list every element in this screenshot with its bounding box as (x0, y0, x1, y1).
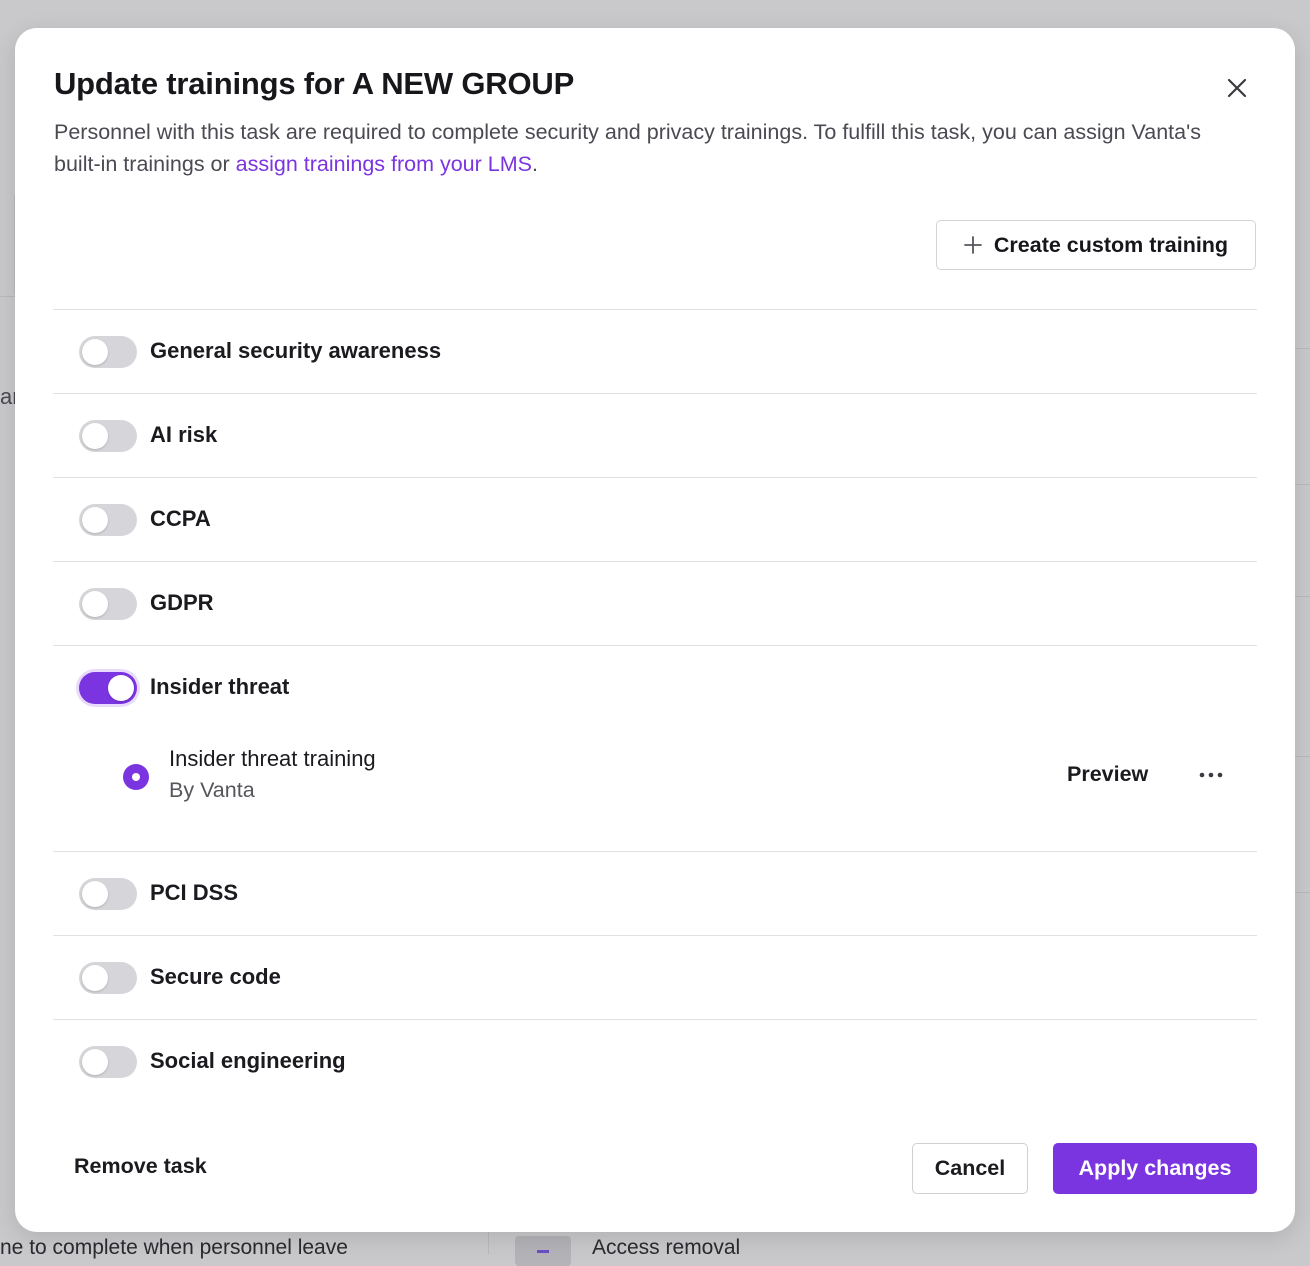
training-row-ccpa: CCPA (53, 477, 1257, 561)
background-text: Access removal (592, 1236, 741, 1259)
toggle-knob (82, 881, 108, 907)
training-label: CCPA (150, 506, 211, 531)
training-row-pci-dss: PCI DSS (53, 851, 1257, 935)
training-row-secure-code: Secure code (53, 935, 1257, 1019)
close-button[interactable] (1223, 74, 1251, 102)
toggle-switch[interactable] (79, 878, 137, 910)
description-text: Personnel with this task are required to… (54, 120, 1201, 176)
background-divider (1295, 596, 1310, 597)
toggle-knob (82, 339, 108, 365)
training-option-radio[interactable] (123, 764, 149, 790)
create-custom-training-button[interactable]: Create custom training (936, 220, 1256, 270)
toggle-knob (82, 423, 108, 449)
training-row-insider-threat: Insider threat Insider threat training B… (53, 645, 1257, 851)
training-label: Social engineering (150, 1048, 346, 1073)
modal-title: Update trainings for A NEW GROUP (54, 66, 575, 101)
training-row-gdpr: GDPR (53, 561, 1257, 645)
close-icon (1227, 78, 1247, 98)
training-option: Insider threat training By Vanta Preview (123, 746, 1243, 808)
cancel-button[interactable]: Cancel (912, 1143, 1028, 1194)
background-divider (1295, 892, 1310, 893)
apply-changes-button[interactable]: Apply changes (1053, 1143, 1257, 1194)
update-trainings-modal: Update trainings for A NEW GROUP Personn… (15, 28, 1295, 1232)
toggle-switch[interactable] (79, 420, 137, 452)
plus-icon (964, 236, 982, 254)
background-divider (0, 296, 15, 297)
training-label: GDPR (150, 590, 214, 615)
toggle-knob (82, 1049, 108, 1075)
background-text: ne to complete when personnel leave (0, 1236, 348, 1259)
background-divider (1295, 348, 1310, 349)
training-label: AI risk (150, 422, 218, 447)
description-end: . (531, 152, 538, 176)
toggle-switch[interactable] (79, 588, 137, 620)
toggle-switch[interactable] (79, 962, 137, 994)
background-icon-chip (515, 1236, 571, 1266)
training-label: PCI DSS (150, 880, 239, 905)
training-option-title: Insider threat training (169, 746, 376, 771)
preview-button[interactable]: Preview (1067, 762, 1148, 787)
training-list: General security awareness AI risk CCPA … (53, 309, 1257, 1103)
background-divider (488, 1232, 489, 1254)
training-row-general-security: General security awareness (53, 309, 1257, 393)
create-button-label: Create custom training (993, 232, 1229, 257)
toggle-switch[interactable] (79, 1046, 137, 1078)
training-label: Insider threat (150, 674, 290, 699)
toggle-switch[interactable] (79, 672, 137, 704)
toggle-switch[interactable] (79, 504, 137, 536)
background-divider (1295, 756, 1310, 757)
training-row-ai-risk: AI risk (53, 393, 1257, 477)
toggle-switch[interactable] (79, 336, 137, 368)
training-label: General security awareness (150, 338, 442, 363)
lms-link[interactable]: assign trainings from your LMS (236, 152, 532, 176)
more-options-button[interactable] (1191, 760, 1231, 790)
remove-task-button[interactable]: Remove task (74, 1154, 207, 1179)
training-row-social-engineering: Social engineering (53, 1019, 1257, 1103)
modal-description: Personnel with this task are required to… (54, 116, 1234, 180)
training-label: Secure code (150, 964, 281, 989)
toggle-knob (108, 675, 134, 701)
background-divider (1295, 484, 1310, 485)
training-option-author: By Vanta (169, 778, 255, 802)
toggle-knob (82, 591, 108, 617)
toggle-knob (82, 965, 108, 991)
toggle-knob (82, 507, 108, 533)
more-icon (1199, 772, 1223, 778)
